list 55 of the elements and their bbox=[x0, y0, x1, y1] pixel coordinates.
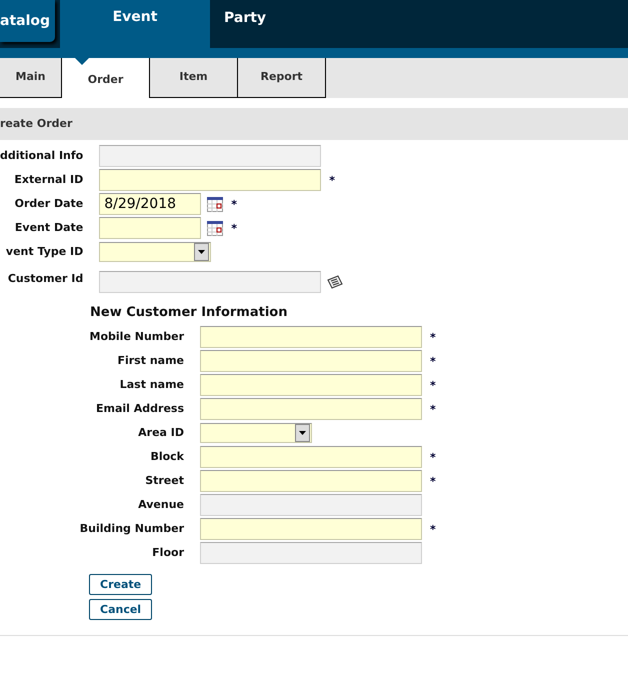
required-mark: * bbox=[329, 174, 335, 186]
input-field[interactable] bbox=[200, 326, 422, 348]
field-label: vent Type ID bbox=[4, 245, 84, 259]
cancel-button[interactable]: Cancel bbox=[89, 599, 152, 620]
field-label: Area ID bbox=[137, 426, 184, 440]
field-label: Avenue bbox=[137, 498, 184, 512]
input-field[interactable] bbox=[99, 217, 202, 239]
top-menu-tab[interactable]: Party bbox=[210, 0, 330, 48]
input-field[interactable] bbox=[200, 446, 422, 468]
field-label: Customer Id bbox=[6, 272, 84, 286]
required-mark: * bbox=[430, 474, 436, 488]
required-mark: * bbox=[430, 354, 436, 368]
input-field[interactable] bbox=[200, 518, 422, 540]
field-label: Mobile Number bbox=[88, 330, 184, 344]
input-field[interactable] bbox=[200, 350, 422, 372]
sub-tab[interactable]: Report bbox=[238, 58, 326, 98]
input-field[interactable] bbox=[99, 145, 322, 167]
calendar-icon[interactable] bbox=[207, 220, 224, 236]
required-mark: * bbox=[430, 522, 436, 536]
create-button[interactable]: Create bbox=[89, 574, 152, 595]
field-label: Street bbox=[144, 474, 184, 488]
required-mark: * bbox=[430, 450, 436, 464]
input-field[interactable] bbox=[200, 470, 422, 492]
required-mark: * bbox=[430, 378, 436, 392]
field-label: Last name bbox=[118, 378, 184, 392]
field-label: Floor bbox=[151, 546, 184, 560]
field-label: Block bbox=[149, 450, 184, 464]
section-header: reate Order bbox=[0, 108, 628, 140]
input-field[interactable] bbox=[200, 494, 422, 516]
required-mark: * bbox=[430, 330, 436, 344]
top-menu-tab[interactable]: Event bbox=[60, 0, 210, 48]
input-field[interactable] bbox=[200, 374, 422, 396]
input-field[interactable] bbox=[99, 271, 322, 293]
input-field[interactable] bbox=[200, 542, 422, 564]
field-label: Order Date bbox=[14, 197, 84, 211]
required-mark: * bbox=[231, 222, 237, 234]
top-menu-tab[interactable]: atalog bbox=[0, 0, 55, 42]
input-field[interactable] bbox=[99, 169, 322, 191]
field-label: External ID bbox=[13, 173, 84, 187]
field-label: dditional Info bbox=[0, 149, 84, 163]
required-mark: * bbox=[430, 402, 436, 416]
input-field[interactable]: 8/29/2018 bbox=[99, 193, 202, 215]
field-label: First name bbox=[116, 354, 184, 368]
field-label: Email Address bbox=[94, 402, 184, 416]
card-icon[interactable] bbox=[327, 275, 344, 289]
field-label: Event Date bbox=[14, 221, 84, 235]
required-mark: * bbox=[231, 198, 237, 210]
sub-tab[interactable]: Item bbox=[150, 58, 238, 98]
field-label: Building Number bbox=[78, 522, 184, 536]
calendar-icon[interactable] bbox=[207, 196, 224, 212]
sub-tab[interactable]: Order bbox=[62, 58, 150, 98]
input-field[interactable] bbox=[99, 242, 212, 262]
input-field[interactable] bbox=[200, 398, 422, 420]
input-field[interactable] bbox=[200, 423, 312, 443]
subsection-title: New Customer Information bbox=[90, 305, 288, 320]
